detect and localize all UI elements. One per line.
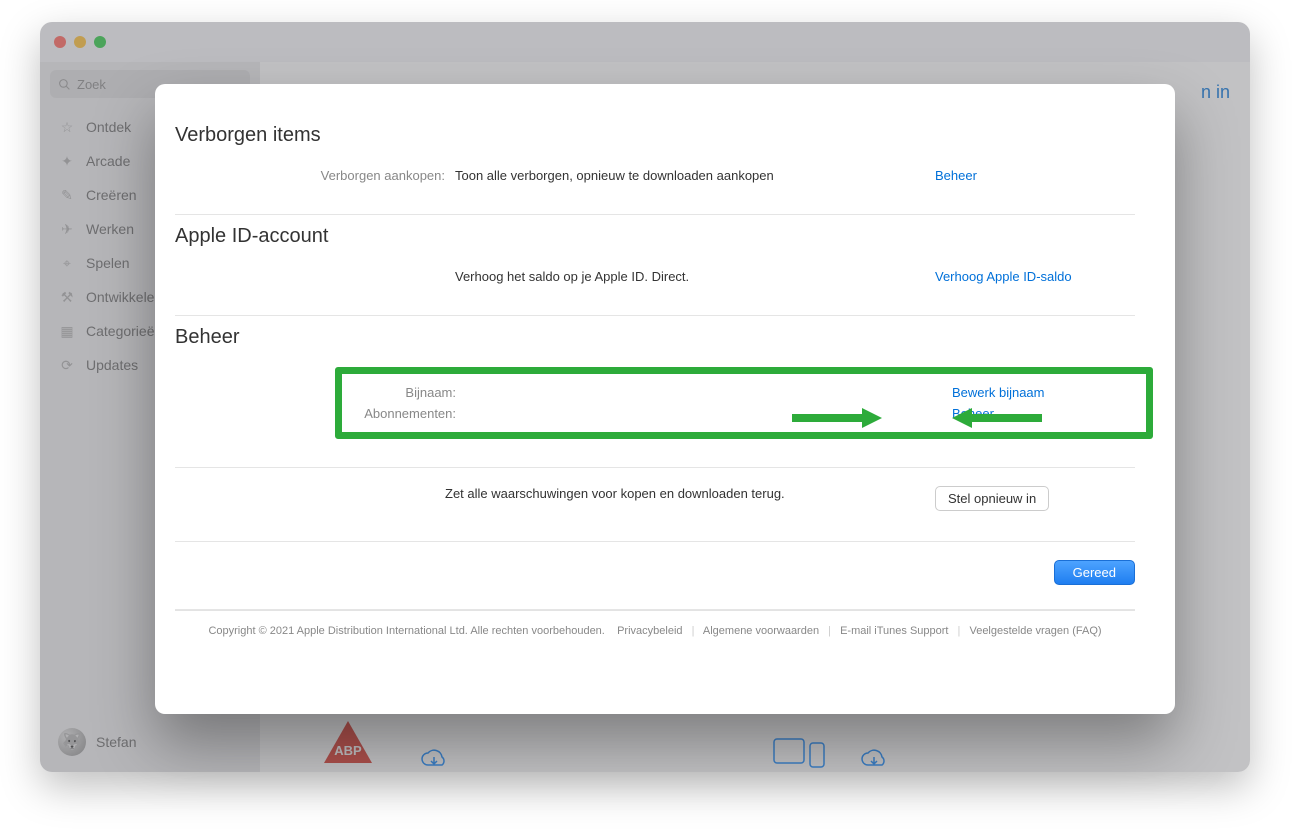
copyright-text: Copyright © 2021 Apple Distribution Inte… [208,625,604,637]
user-name-label: Stefan [96,734,136,750]
sidebar-item-label: Ontwikkelen [86,289,162,305]
cloud-download-icon [420,749,448,772]
nickname-label: Bijnaam: [346,385,456,400]
edit-nickname-link[interactable]: Bewerk bijnaam [952,385,1045,400]
sidebar-item-label: Ontdek [86,119,131,135]
avatar: 🐺 [58,728,86,756]
arrow-right-icon [952,408,1042,428]
gamepad-icon: ⌖ [58,254,76,272]
sidebar-item-label: Categorieën [86,323,162,339]
done-button[interactable]: Gereed [1054,560,1135,585]
close-window-button[interactable] [54,36,66,48]
grid-icon: ▦ [58,322,76,340]
section-title: Verborgen items [175,124,1135,147]
section-hidden-items: Verborgen items Verborgen aankopen: Toon… [175,114,1135,215]
done-row: Gereed [175,542,1135,610]
sidebar-user[interactable]: 🐺 Stefan [50,720,250,764]
reset-warnings-button[interactable]: Stel opnieuw in [935,486,1049,511]
section-manage: Beheer Bijnaam: Bewerk bijnaam Abonnemen… [175,316,1135,468]
annotation-highlight: Bijnaam: Bewerk bijnaam Abonnementen: Be… [335,367,1153,439]
svg-text:ABP: ABP [334,743,362,758]
faq-link[interactable]: Veelgestelde vragen (FAQ) [969,625,1101,637]
window-controls [54,36,106,48]
abp-app-icon: ABP [320,717,376,772]
brush-icon: ✎ [58,186,76,204]
support-link[interactable]: E-mail iTunes Support [840,625,948,637]
hidden-purchases-label: Verborgen aankopen: [175,168,445,183]
search-icon [58,78,71,91]
account-info-modal: Verborgen items Verborgen aankopen: Toon… [155,84,1175,714]
increase-balance-link[interactable]: Verhoog Apple ID-saldo [935,269,1072,284]
subscriptions-label: Abonnementen: [346,406,456,421]
sidebar-item-label: Arcade [86,153,130,169]
privacy-link[interactable]: Privacybeleid [617,625,682,637]
search-placeholder: Zoek [77,77,106,92]
increase-balance-desc: Verhoog het saldo op je Apple ID. Direct… [455,269,925,284]
sidebar-item-label: Updates [86,357,138,373]
section-reset-warnings: Zet alle waarschuwingen voor kopen en do… [175,468,1135,542]
terms-link[interactable]: Algemene voorwaarden [703,625,819,637]
manage-hidden-link[interactable]: Beheer [935,168,977,183]
sign-in-link-fragment[interactable]: n in [1201,82,1230,103]
zoom-window-button[interactable] [94,36,106,48]
sidebar-item-label: Spelen [86,255,130,271]
section-apple-id: Apple ID-account Verhoog het saldo op je… [175,215,1135,316]
arrow-left-icon [792,408,882,428]
updates-icon: ⟳ [58,356,76,374]
star-icon: ☆ [58,118,76,136]
modal-footer: Copyright © 2021 Apple Distribution Inte… [175,610,1135,655]
minimize-window-button[interactable] [74,36,86,48]
devices-icon [770,735,830,772]
section-title: Beheer [175,326,1135,349]
wrench-icon: ⚒ [58,288,76,306]
window-titlebar [40,22,1250,62]
reset-warnings-desc: Zet alle waarschuwingen voor kopen en do… [445,486,935,511]
sidebar-item-label: Creëren [86,187,137,203]
arcade-icon: ✦ [58,152,76,170]
sidebar-item-label: Werken [86,221,134,237]
hidden-purchases-desc: Toon alle verborgen, opnieuw te download… [455,168,925,183]
section-title: Apple ID-account [175,225,1135,248]
paperplane-icon: ✈ [58,220,76,238]
cloud-download-icon [860,749,888,772]
